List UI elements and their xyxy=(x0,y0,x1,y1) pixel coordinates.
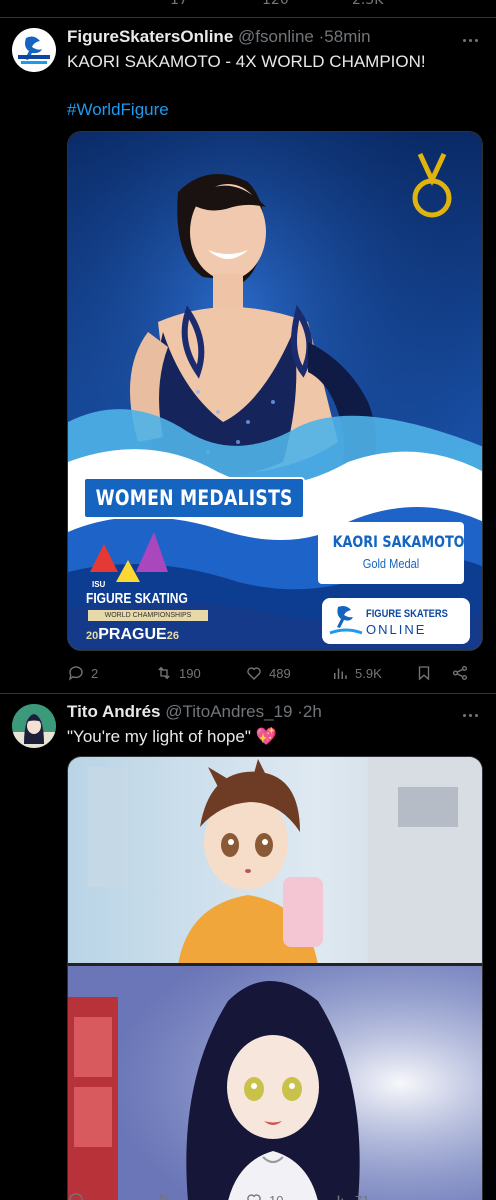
reply-button[interactable]: 2 xyxy=(67,661,98,685)
skater-name: KAORI SAKAMOTO xyxy=(332,532,465,551)
year-b: 26 xyxy=(166,630,179,642)
view-count: 71 xyxy=(355,1192,370,1200)
brand-line1: FIGURE SKATERS xyxy=(366,608,448,620)
retweet-button[interactable] xyxy=(155,1188,173,1200)
tweet-text: KAORI SAKAMOTO - 4X WORLD CHAMPION! xyxy=(67,52,426,71)
brand-line2: ONLINE xyxy=(366,622,427,637)
like-button[interactable]: 489 xyxy=(245,661,291,685)
tweet-text: "You're my light of hope" 💖 xyxy=(67,727,277,746)
like-icon xyxy=(247,1194,261,1200)
women-medalists-banner: WOMEN MEDALISTS xyxy=(83,477,305,519)
tweet2-actions: 10 71 xyxy=(67,1188,476,1200)
anime-screenshots xyxy=(68,757,482,1200)
tweet1-actions: 2 190 489 5.9K xyxy=(67,661,476,685)
previous-tweet-actions: 17 120 2.5K xyxy=(0,0,496,10)
like-icon xyxy=(247,667,261,680)
city: PRAGUE xyxy=(98,626,167,643)
event-title: FIGURE SKATING xyxy=(86,590,188,607)
reply-button[interactable] xyxy=(67,1188,85,1200)
views-icon xyxy=(334,1195,343,1200)
timestamp[interactable]: 2h xyxy=(303,702,322,721)
banner-text: WOMEN MEDALISTS xyxy=(95,486,293,510)
brand-logo-card: FIGURE SKATERS ONLINE xyxy=(322,598,470,644)
views-icon xyxy=(334,668,347,679)
like-count: 489 xyxy=(269,665,291,681)
skater-logo-icon xyxy=(329,606,363,635)
reply-count: 2 xyxy=(91,665,99,681)
tweet-image-anime[interactable] xyxy=(67,756,483,1200)
retweet-icon xyxy=(158,666,170,680)
retweet-button[interactable]: 190 xyxy=(155,661,201,685)
divider xyxy=(0,17,496,18)
reply-icon xyxy=(68,666,83,681)
divider xyxy=(0,693,496,694)
year-a: 20 xyxy=(86,630,99,642)
avatar[interactable] xyxy=(12,28,56,72)
view-count: 5.9K xyxy=(355,665,382,681)
more-icon[interactable] xyxy=(458,30,482,50)
tweet-image-medalist[interactable]: WOMEN MEDALISTS KAORI SAKAMOTO Gold Meda… xyxy=(67,131,483,651)
views-button[interactable]: 71 xyxy=(331,1188,369,1200)
tweet-header: FigureSkatersOnline @fsonline ·58min xyxy=(67,26,456,48)
retweet-count: 190 xyxy=(179,665,201,681)
retweet-count[interactable]: 17 xyxy=(170,0,188,8)
like-count: 10 xyxy=(269,1192,284,1200)
like-count[interactable]: 120 xyxy=(262,0,289,8)
share-button[interactable] xyxy=(451,661,469,685)
bookmark-icon xyxy=(418,666,430,681)
view-count[interactable]: 2.5K xyxy=(352,0,383,8)
more-icon[interactable] xyxy=(458,705,482,725)
display-name[interactable]: FigureSkatersOnline xyxy=(67,27,233,46)
hashtag-link[interactable]: #WorldFigure xyxy=(67,99,169,121)
championship-logo: ISU FIGURE SKATING WORLD CHAMPIONSHIPS 2… xyxy=(86,544,216,648)
medal-label: Gold Medal xyxy=(362,556,420,571)
isu-label: ISU xyxy=(92,580,106,589)
handle[interactable]: @TitoAndres_19 xyxy=(165,702,292,721)
views-button[interactable]: 5.9K xyxy=(331,661,382,685)
display-name[interactable]: Tito Andrés xyxy=(67,702,161,721)
handle[interactable]: @fsonline xyxy=(238,27,314,46)
timestamp[interactable]: 58min xyxy=(324,27,370,46)
like-button[interactable]: 10 xyxy=(245,1188,283,1200)
avatar[interactable] xyxy=(12,704,56,748)
share-icon xyxy=(452,665,468,681)
event-subtitle: WORLD CHAMPIONSHIPS xyxy=(88,610,208,621)
event-location: 20PRAGUE26 xyxy=(86,626,179,644)
tweet-header: Tito Andrés @TitoAndres_19 ·2h xyxy=(67,701,456,723)
bookmark-button[interactable] xyxy=(415,661,433,685)
reply-icon xyxy=(69,1193,83,1200)
skater-name-card: KAORI SAKAMOTO Gold Medal xyxy=(318,522,465,584)
retweet-icon xyxy=(158,1193,168,1200)
